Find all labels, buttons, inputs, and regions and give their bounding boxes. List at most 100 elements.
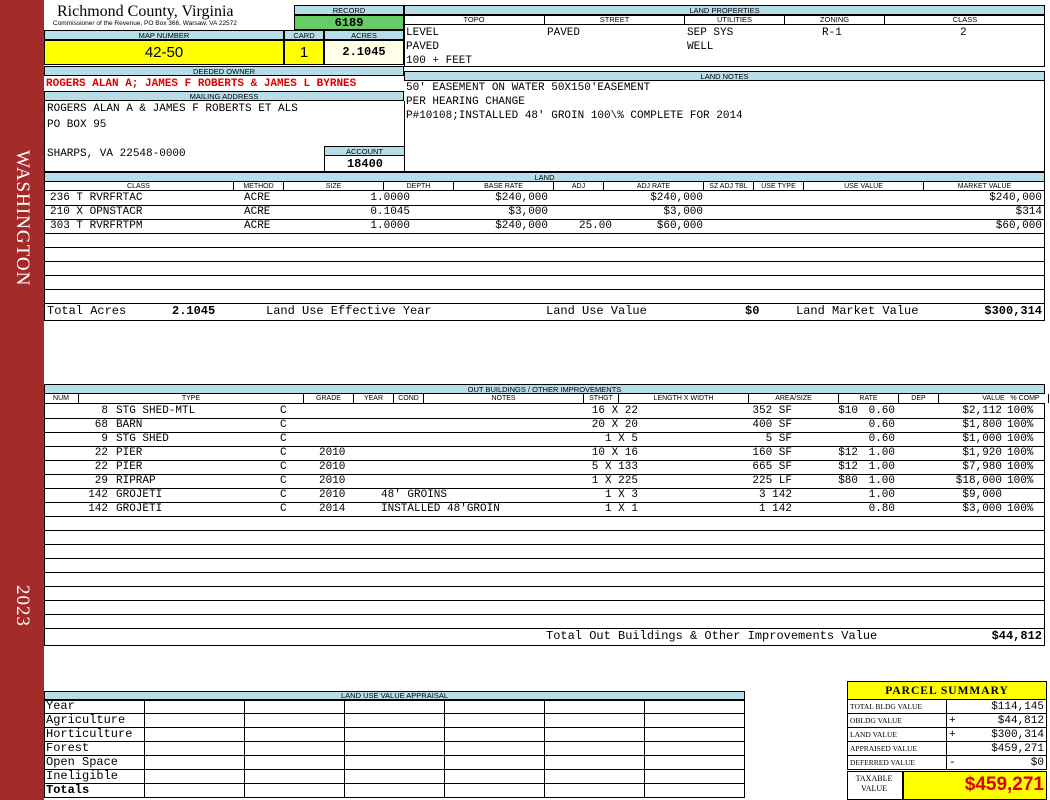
land-market-value: $300,314 [984, 304, 1042, 318]
luva-col-divider [444, 756, 445, 770]
summary-label: TOTAL BLDG VALUE [850, 702, 923, 711]
land-size: 1.0000 [370, 220, 410, 232]
luva-col-divider [244, 728, 245, 742]
land-note-1: 50' EASEMENT ON WATER 50X150'EASEMENT [406, 82, 651, 94]
luva-col-divider [644, 784, 645, 798]
ob-area: 1 142 [758, 503, 792, 515]
land-adj-rate: $60,000 [656, 220, 703, 232]
acres-value: 2.1045 [324, 40, 404, 65]
district-sidebar: WASHINGTON 2023 [0, 0, 44, 800]
ob-row-divider [44, 600, 1045, 601]
deeded-owner: ROGERS ALAN A; JAMES F ROBERTS & JAMES L… [46, 78, 357, 90]
ob-col-comp: % COMP [1005, 394, 1045, 403]
land-col-size: SIZE [284, 182, 384, 191]
ob-area: 225 LF [752, 475, 792, 487]
ob-type: GROJETI [116, 489, 163, 501]
luva-col-divider [444, 700, 445, 714]
record-number: 6189 [294, 15, 404, 30]
ob-grade: C [280, 447, 287, 459]
taxable-label: TAXABLE VALUE [855, 774, 893, 793]
ob-row-divider [44, 614, 1045, 615]
ob-comp: 100% [1007, 433, 1034, 445]
summary-divider [946, 700, 947, 714]
ob-num: 29 [94, 475, 108, 487]
land-market-value: $240,000 [989, 192, 1042, 204]
total-acres-label: Total Acres [47, 304, 127, 318]
tax-year: 2023 [12, 585, 33, 627]
map-number: 42-50 [44, 40, 284, 65]
ob-length-width: 20 X 20 [591, 419, 638, 431]
ob-year: 2010 [319, 447, 346, 459]
outbuildings-title: OUT BUILDINGS / OTHER IMPROVEMENTS [44, 384, 1045, 394]
luva-col-divider [544, 770, 545, 784]
ob-rate: $10 [838, 405, 858, 417]
ob-value: $18,000 [955, 475, 1002, 487]
district-name: WASHINGTON [12, 150, 33, 287]
taxable-value: $459,271 [964, 774, 1044, 795]
land-class: 236 T RVRFRTAC [50, 192, 143, 204]
luva-col-divider [344, 770, 345, 784]
luva-col-divider [444, 770, 445, 784]
ob-comp: 100% [1007, 461, 1034, 473]
ob-year: 2010 [319, 489, 346, 501]
ob-area: 5 SF [765, 433, 792, 445]
land-use-value-label: Land Use Value [546, 304, 647, 318]
luva-col-divider [444, 784, 445, 798]
summary-sign: + [949, 729, 956, 741]
land-col-use-value: USE VALUE [804, 182, 924, 191]
ob-comp: 100% [1007, 419, 1034, 431]
land-method: ACRE [244, 206, 271, 218]
ob-col-notes: NOTES [424, 394, 584, 403]
land-properties-title: LAND PROPERTIES [404, 5, 1045, 15]
ob-comp: 100% [1007, 503, 1034, 515]
land-base-rate: $240,000 [495, 220, 548, 232]
street-header: STREET [545, 15, 685, 25]
luva-col-divider [144, 700, 145, 714]
ob-area: 352 SF [752, 405, 792, 417]
outbuildings-total-value: $44,812 [991, 629, 1042, 643]
summary-value: $44,812 [997, 715, 1044, 727]
land-method: ACRE [244, 192, 271, 204]
ob-row-divider [44, 516, 1045, 517]
utilities-2: WELL [687, 41, 714, 53]
commissioner-address: Commissioner of the Revenue, PO Box 366,… [53, 20, 237, 27]
ob-grade: C [280, 475, 287, 487]
luva-row [44, 728, 745, 742]
ob-comp: 100% [1007, 475, 1034, 487]
luva-row-label: Forest [46, 741, 90, 755]
outbuildings-total-label: Total Out Buildings & Other Improvements… [546, 629, 878, 643]
land-adj-rate: $3,000 [663, 206, 703, 218]
acres-label: ACRES [324, 30, 404, 40]
summary-label: DEFERRED VALUE [850, 758, 915, 767]
land-col-market-value: MARKET VALUE [957, 183, 1012, 190]
luva-row [44, 700, 745, 714]
luva-col-divider [544, 784, 545, 798]
mailing-line-4: SHARPS, VA 22548-0000 [47, 148, 186, 160]
luva-col-divider [644, 700, 645, 714]
land-base-rate: $3,000 [508, 206, 548, 218]
ob-type: PIER [116, 447, 143, 459]
utilities-header: UTILITIES [685, 15, 785, 25]
luva-row-label: Totals [46, 783, 90, 797]
land-col-sz-adj: SZ ADJ TBL [704, 182, 754, 191]
luva-col-divider [244, 784, 245, 798]
outbuildings-header-row: NUM TYPE GRADE YEAR COND NOTES STHGT LEN… [44, 394, 1049, 404]
luva-col-divider [544, 700, 545, 714]
summary-value: $300,314 [991, 729, 1044, 741]
land-col-adj-rate: ADJ RATE [604, 182, 704, 191]
ob-area: 400 SF [752, 419, 792, 431]
land-row-divider [44, 247, 1045, 248]
ob-length-width: 1 X 5 [604, 433, 638, 445]
luva-col-divider [444, 728, 445, 742]
ob-dep: 1.00 [868, 461, 895, 473]
luva-row-label: Open Space [46, 755, 119, 769]
ob-col-length-width: LENGTH X WIDTH [619, 394, 749, 403]
ob-comp: 100% [1007, 405, 1034, 417]
summary-value: $114,145 [991, 701, 1044, 713]
ob-grade: C [280, 489, 287, 501]
ob-grade: C [280, 405, 287, 417]
ob-dep: 0.60 [868, 433, 895, 445]
luva-col-divider [644, 770, 645, 784]
ob-grade: C [280, 461, 287, 473]
luva-col-divider [644, 756, 645, 770]
